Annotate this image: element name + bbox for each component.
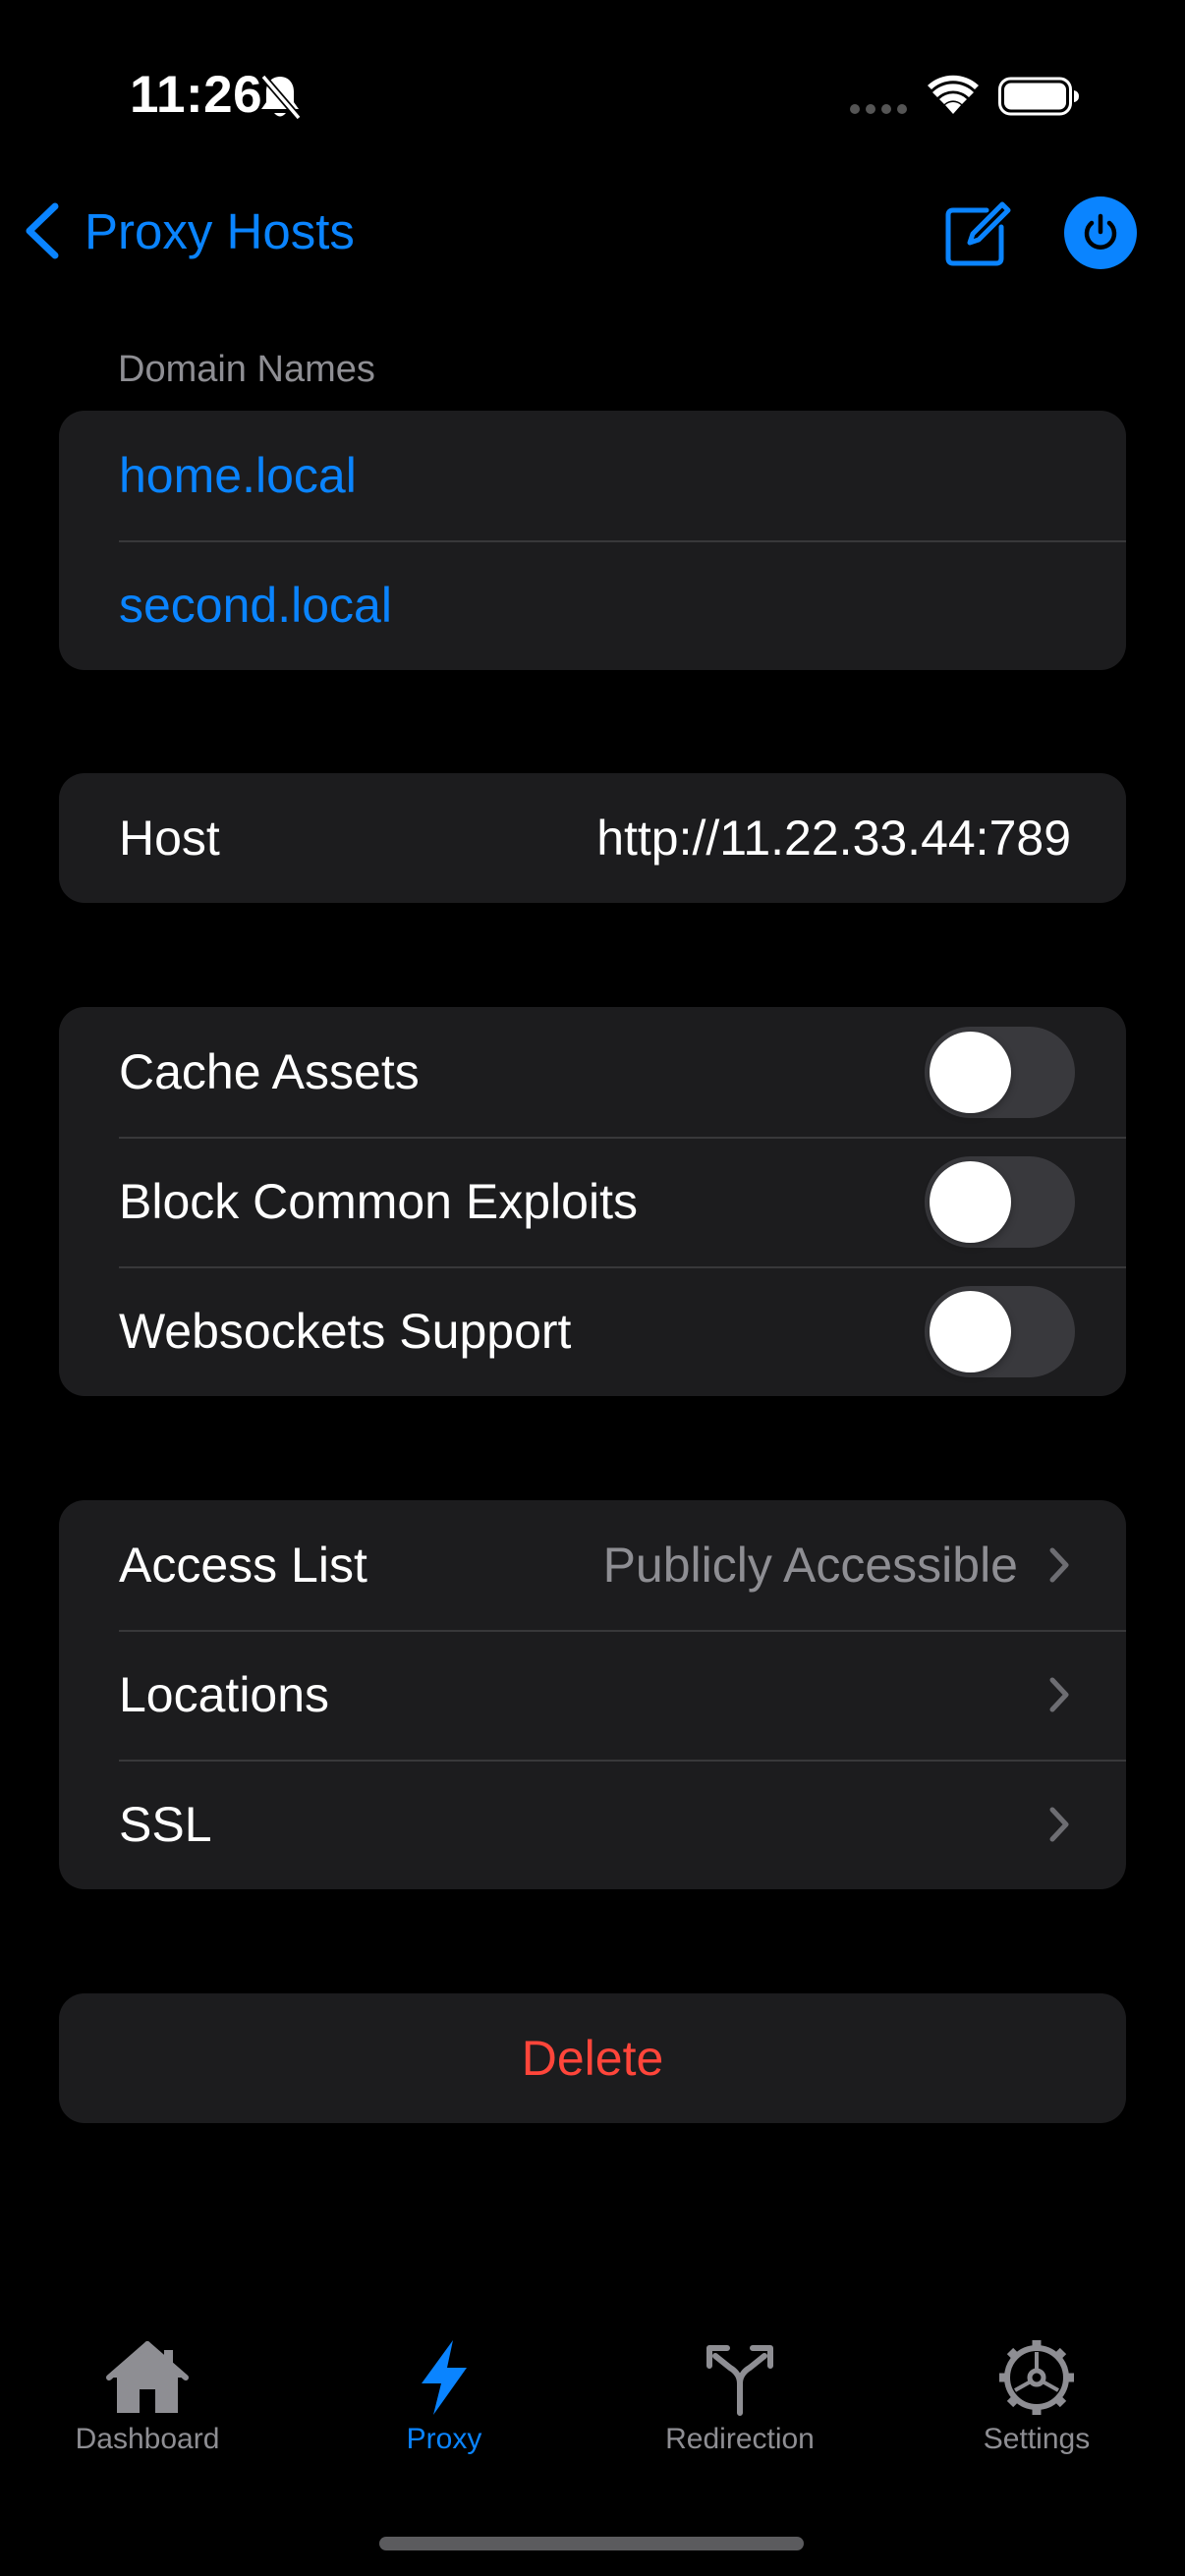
- tab-proxy[interactable]: Proxy: [326, 2319, 562, 2476]
- domain-row[interactable]: home.local: [59, 411, 1126, 540]
- cache-assets-label: Cache Assets: [119, 1044, 420, 1099]
- domain-link[interactable]: home.local: [119, 447, 357, 504]
- block-common-exploits-row: Block Common Exploits: [59, 1137, 1126, 1266]
- tab-redirection[interactable]: Redirection: [622, 2319, 858, 2476]
- block-common-exploits-toggle[interactable]: [925, 1155, 1075, 1248]
- host-value: http://11.22.33.44:789: [596, 811, 1071, 866]
- host-row[interactable]: Host http://11.22.33.44:789: [59, 773, 1126, 903]
- battery-icon: [998, 77, 1079, 116]
- bolt-icon: [422, 2340, 467, 2415]
- power-toggle-button[interactable]: [1064, 196, 1137, 269]
- chevron-right-icon: [1049, 1547, 1069, 1583]
- host-label: Host: [119, 811, 220, 866]
- tab-bar: Dashboard Proxy Redirection Settings: [0, 2319, 1185, 2476]
- websockets-support-toggle[interactable]: [925, 1285, 1075, 1377]
- compose-icon: [945, 201, 1011, 266]
- settings-links-group: Access List Publicly Accessible Location…: [59, 1500, 1126, 1889]
- access-list-value: Publicly Accessible: [602, 1538, 1018, 1593]
- ssl-label: SSL: [119, 1797, 212, 1852]
- wifi-icon: [928, 75, 979, 114]
- chevron-left-icon: [26, 202, 59, 259]
- cache-assets-toggle[interactable]: [925, 1026, 1075, 1118]
- ssl-row[interactable]: SSL: [59, 1760, 1126, 1889]
- access-list-label: Access List: [119, 1538, 367, 1593]
- block-common-exploits-label: Block Common Exploits: [119, 1174, 638, 1229]
- back-button[interactable]: Proxy Hosts: [20, 196, 355, 265]
- tab-label: Dashboard: [75, 2423, 220, 2455]
- back-button-label: Proxy Hosts: [85, 202, 355, 259]
- domain-link[interactable]: second.local: [119, 577, 392, 634]
- tab-dashboard[interactable]: Dashboard: [29, 2319, 265, 2476]
- domain-row[interactable]: second.local: [59, 540, 1126, 670]
- chevron-right-icon: [1049, 1677, 1069, 1712]
- tab-label: Proxy: [406, 2423, 482, 2455]
- access-list-row[interactable]: Access List Publicly Accessible: [59, 1500, 1126, 1630]
- status-bar: 11:26: [0, 0, 1185, 187]
- websockets-support-row: Websockets Support: [59, 1266, 1126, 1396]
- locations-label: Locations: [119, 1667, 330, 1722]
- cellular-signal-icon: [850, 104, 907, 114]
- tab-label: Settings: [983, 2423, 1091, 2455]
- edit-button[interactable]: [943, 200, 1014, 267]
- delete-button[interactable]: Delete: [59, 1993, 1126, 2123]
- toggle-knob: [930, 1290, 1011, 1372]
- domain-names-group: home.local second.local: [59, 411, 1126, 670]
- toggle-knob: [930, 1031, 1011, 1113]
- tab-label: Redirection: [665, 2423, 815, 2455]
- domain-names-header: Domain Names: [118, 349, 375, 390]
- host-group: Host http://11.22.33.44:789: [59, 773, 1126, 903]
- bell-slash-icon: [260, 74, 302, 121]
- split-arrow-icon: [706, 2345, 773, 2416]
- tab-settings[interactable]: Settings: [919, 2319, 1155, 2476]
- toggle-knob: [930, 1160, 1011, 1243]
- locations-row[interactable]: Locations: [59, 1630, 1126, 1760]
- power-icon: [1084, 213, 1117, 250]
- home-indicator[interactable]: [379, 2537, 804, 2550]
- cache-assets-row: Cache Assets: [59, 1007, 1126, 1137]
- gear-icon: [999, 2340, 1074, 2415]
- chevron-right-icon: [1049, 1807, 1069, 1842]
- house-icon: [106, 2341, 189, 2413]
- options-group: Cache Assets Block Common Exploits Webso…: [59, 1007, 1126, 1396]
- websockets-support-label: Websockets Support: [119, 1304, 572, 1359]
- status-time: 11:26: [130, 66, 263, 124]
